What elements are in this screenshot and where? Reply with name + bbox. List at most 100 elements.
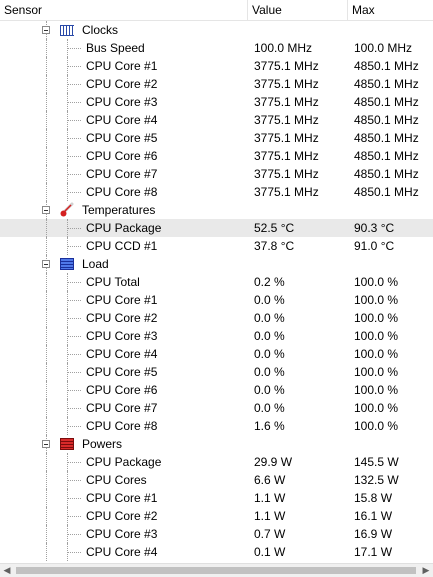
sensor-label: CPU Package: [86, 221, 162, 235]
sensor-max: 4850.1 MHz: [354, 167, 419, 181]
tree-line: [46, 327, 47, 345]
sensor-value: 100.0 MHz: [254, 41, 313, 55]
sensor-row[interactable]: CPU Core #5 0.0 % 100.0 %: [0, 363, 433, 381]
tree-branch: [67, 552, 81, 553]
sensor-label: CPU Core #3: [86, 527, 158, 541]
tree-line: [46, 399, 47, 417]
sensor-row[interactable]: CPU Core #7 3775.1 MHz 4850.1 MHz: [0, 165, 433, 183]
scroll-left-arrow-icon[interactable]: ◀: [0, 564, 14, 577]
sensor-value: 3775.1 MHz: [254, 131, 319, 145]
sensor-label: CPU Core #1: [86, 59, 158, 73]
sensor-label: CPU Core #8: [86, 185, 158, 199]
sensor-label: CPU Core #4: [86, 545, 158, 559]
group-row[interactable]: Load: [0, 255, 433, 273]
group-row[interactable]: Temperatures: [0, 201, 433, 219]
sensor-row[interactable]: CPU Core #1 0.0 % 100.0 %: [0, 291, 433, 309]
sensor-value: 1.6 %: [254, 419, 285, 433]
tree-line: [46, 543, 47, 561]
scroll-right-arrow-icon[interactable]: ▶: [419, 564, 433, 577]
sensor-row[interactable]: CPU Core #3 0.7 W 16.9 W: [0, 525, 433, 543]
sensor-label: CPU Package: [86, 455, 162, 469]
sensor-row[interactable]: CPU Core #8 3775.1 MHz 4850.1 MHz: [0, 183, 433, 201]
load-bars-icon: [59, 256, 75, 272]
sensor-row[interactable]: CPU Core #5 3775.1 MHz 4850.1 MHz: [0, 129, 433, 147]
sensor-value: 0.0 %: [254, 347, 285, 361]
sensor-row[interactable]: CPU Total 0.2 % 100.0 %: [0, 273, 433, 291]
tree-branch: [67, 228, 81, 229]
sensor-row[interactable]: CPU Core #1 3775.1 MHz 4850.1 MHz: [0, 57, 433, 75]
sensor-label: CPU Core #4: [86, 347, 158, 361]
sensor-max: 100.0 %: [354, 419, 399, 433]
thermometer-icon: [59, 202, 75, 218]
sensor-max: 15.8 W: [354, 491, 393, 505]
sensor-row[interactable]: CPU Core #7 0.0 % 100.0 %: [0, 399, 433, 417]
collapse-toggle-icon[interactable]: [42, 26, 50, 34]
tree-branch: [67, 372, 81, 373]
sensor-max: 100.0 %: [354, 275, 399, 289]
tree-branch: [67, 48, 81, 49]
sensor-row[interactable]: CPU Cores 6.6 W 132.5 W: [0, 471, 433, 489]
sensor-value: 3775.1 MHz: [254, 77, 319, 91]
sensor-row[interactable]: CPU Core #1 1.1 W 15.8 W: [0, 489, 433, 507]
tree-line: [46, 219, 47, 237]
collapse-toggle-icon[interactable]: [42, 206, 50, 214]
sensor-row[interactable]: CPU Core #6 3775.1 MHz 4850.1 MHz: [0, 147, 433, 165]
tree-branch: [67, 354, 81, 355]
sensor-value: 52.5 °C: [254, 221, 295, 235]
group-label: Temperatures: [82, 203, 156, 217]
tree-line: [46, 291, 47, 309]
sensor-row[interactable]: CPU Package 29.9 W 145.5 W: [0, 453, 433, 471]
tree-line: [46, 453, 47, 471]
sensor-max: 4850.1 MHz: [354, 59, 419, 73]
sensor-max: 90.3 °C: [354, 221, 395, 235]
sensor-row[interactable]: CPU Core #2 0.0 % 100.0 %: [0, 309, 433, 327]
sensor-max: 145.5 W: [354, 455, 399, 469]
sensor-row[interactable]: CPU Core #3 3775.1 MHz 4850.1 MHz: [0, 93, 433, 111]
group-row[interactable]: Clocks: [0, 21, 433, 39]
sensor-row[interactable]: CPU Core #2 1.1 W 16.1 W: [0, 507, 433, 525]
sensor-row[interactable]: CPU Core #8 1.6 % 100.0 %: [0, 417, 433, 435]
column-header: Sensor Value Max: [0, 0, 433, 21]
sensor-row[interactable]: Bus Speed 100.0 MHz 100.0 MHz: [0, 39, 433, 57]
sensor-value: 3775.1 MHz: [254, 59, 319, 73]
column-header-max[interactable]: Max: [348, 0, 433, 20]
tree-branch: [67, 84, 81, 85]
sensor-row[interactable]: CPU Core #4 0.1 W 17.1 W: [0, 543, 433, 561]
tree-branch: [67, 336, 81, 337]
sensor-row[interactable]: CPU Package 52.5 °C 90.3 °C: [0, 219, 433, 237]
sensor-value: 3775.1 MHz: [254, 95, 319, 109]
tree-line: [46, 363, 47, 381]
scrollbar-thumb[interactable]: [16, 567, 416, 574]
tree-branch: [67, 282, 81, 283]
sensor-max: 100.0 %: [354, 401, 399, 415]
sensor-row[interactable]: CPU Core #4 0.0 % 100.0 %: [0, 345, 433, 363]
sensor-value: 1.1 W: [254, 491, 286, 505]
sensor-max: 16.9 W: [354, 527, 393, 541]
tree-branch: [67, 318, 81, 319]
column-header-value[interactable]: Value: [248, 0, 348, 20]
collapse-toggle-icon[interactable]: [42, 440, 50, 448]
sensor-row[interactable]: CPU CCD #1 37.8 °C 91.0 °C: [0, 237, 433, 255]
sensor-value: 0.0 %: [254, 365, 285, 379]
column-header-sensor[interactable]: Sensor: [0, 0, 248, 20]
sensor-row[interactable]: CPU Core #4 3775.1 MHz 4850.1 MHz: [0, 111, 433, 129]
tree-line: [46, 507, 47, 525]
sensor-label: CPU Core #1: [86, 491, 158, 505]
sensor-max: 91.0 °C: [354, 239, 395, 253]
tree-branch: [67, 300, 81, 301]
tree-branch: [67, 174, 81, 175]
tree-branch: [67, 66, 81, 67]
horizontal-scrollbar[interactable]: ◀ ▶: [0, 563, 433, 577]
collapse-toggle-icon[interactable]: [42, 260, 50, 268]
sensor-row[interactable]: CPU Core #3 0.0 % 100.0 %: [0, 327, 433, 345]
sensor-max: 4850.1 MHz: [354, 113, 419, 127]
sensor-max: 132.5 W: [354, 473, 399, 487]
tree-branch: [67, 192, 81, 193]
group-row[interactable]: Powers: [0, 435, 433, 453]
tree-line: [46, 111, 47, 129]
sensor-row[interactable]: CPU Core #6 0.0 % 100.0 %: [0, 381, 433, 399]
group-label: Load: [82, 257, 109, 271]
sensor-label: CPU Core #6: [86, 149, 158, 163]
sensor-label: CPU Core #2: [86, 77, 158, 91]
sensor-row[interactable]: CPU Core #2 3775.1 MHz 4850.1 MHz: [0, 75, 433, 93]
